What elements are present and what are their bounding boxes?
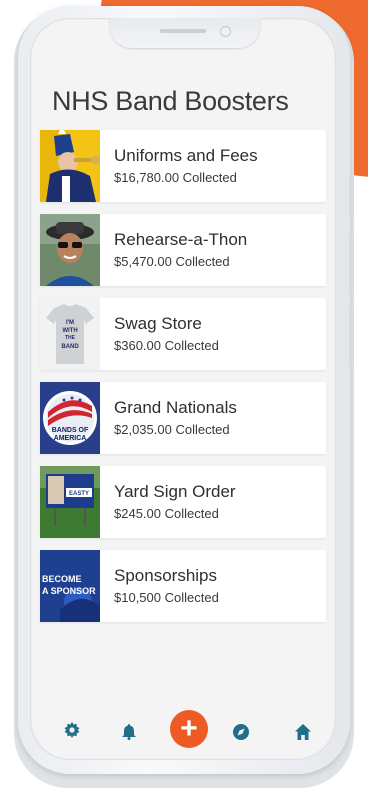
item-collected-amount: $5,470.00 Collected <box>114 254 230 269</box>
sign-text: EASTY <box>69 491 89 497</box>
list-item[interactable]: EASTY Yard Sign Order $245.00 Collected <box>40 466 326 538</box>
app-title: NHS Band Boosters <box>52 86 289 116</box>
item-collected-amount: $245.00 Collected <box>114 506 219 521</box>
phone-frame: NHS Band Boosters Uniforms and Fees $16,… <box>18 6 354 774</box>
side-button <box>349 176 354 216</box>
volume-up-button <box>349 234 354 294</box>
t-shirt-thumbnail: I'M WITH THE BAND <box>40 298 100 370</box>
speaker-grille <box>160 29 206 33</box>
home-icon[interactable] <box>295 724 311 740</box>
logo-text-line: BANDS OF <box>52 427 89 434</box>
compass-icon[interactable] <box>233 724 249 740</box>
logo-text-line: AMERICA <box>54 435 87 442</box>
bands-of-america-thumbnail: BANDS OF AMERICA <box>40 382 100 454</box>
bottom-navigation: + <box>30 708 336 752</box>
band-member-thumbnail <box>40 130 100 202</box>
fundraiser-list: Uniforms and Fees $16,780.00 Collected R… <box>40 130 326 634</box>
add-button[interactable]: + <box>170 710 208 748</box>
item-collected-amount: $2,035.00 Collected <box>114 422 230 437</box>
sponsor-text-line: A SPONSOR <box>42 586 96 596</box>
item-title: Rehearse-a-Thon <box>114 230 248 249</box>
item-title: Sponsorships <box>114 566 218 585</box>
student-portrait-thumbnail <box>40 214 100 286</box>
shirt-text-line: I'M <box>66 320 74 326</box>
become-a-sponsor-thumbnail: BECOME A SPONSOR <box>40 550 100 622</box>
bell-icon[interactable] <box>122 724 136 740</box>
item-title: Yard Sign Order <box>114 482 236 501</box>
item-title: Grand Nationals <box>114 398 237 417</box>
list-item[interactable]: Uniforms and Fees $16,780.00 Collected <box>40 130 326 202</box>
shirt-text-line: BAND <box>61 344 79 350</box>
item-collected-amount: $10,500 Collected <box>114 590 219 605</box>
yard-sign-thumbnail: EASTY <box>40 466 100 538</box>
settings-icon[interactable] <box>64 722 80 738</box>
list-item[interactable]: BANDS OF AMERICA Grand Nationals $2,035.… <box>40 382 326 454</box>
list-item[interactable]: I'M WITH THE BAND Swag Store $360.00 Col… <box>40 298 326 370</box>
volume-down-button <box>349 306 354 366</box>
add-icon: + <box>170 710 208 748</box>
item-collected-amount: $16,780.00 Collected <box>114 170 237 185</box>
sponsor-text-line: BECOME <box>42 574 82 584</box>
phone-notch <box>110 18 260 48</box>
front-camera <box>220 26 231 37</box>
item-collected-amount: $360.00 Collected <box>114 338 219 353</box>
shirt-text-line: THE <box>65 335 76 341</box>
app-screen: NHS Band Boosters Uniforms and Fees $16,… <box>30 18 336 760</box>
item-title: Uniforms and Fees <box>114 146 258 165</box>
list-item[interactable]: BECOME A SPONSOR Sponsorships $10,500 Co… <box>40 550 326 622</box>
shirt-text-line: WITH <box>62 328 77 334</box>
list-item[interactable]: Rehearse-a-Thon $5,470.00 Collected <box>40 214 326 286</box>
item-title: Swag Store <box>114 314 202 333</box>
